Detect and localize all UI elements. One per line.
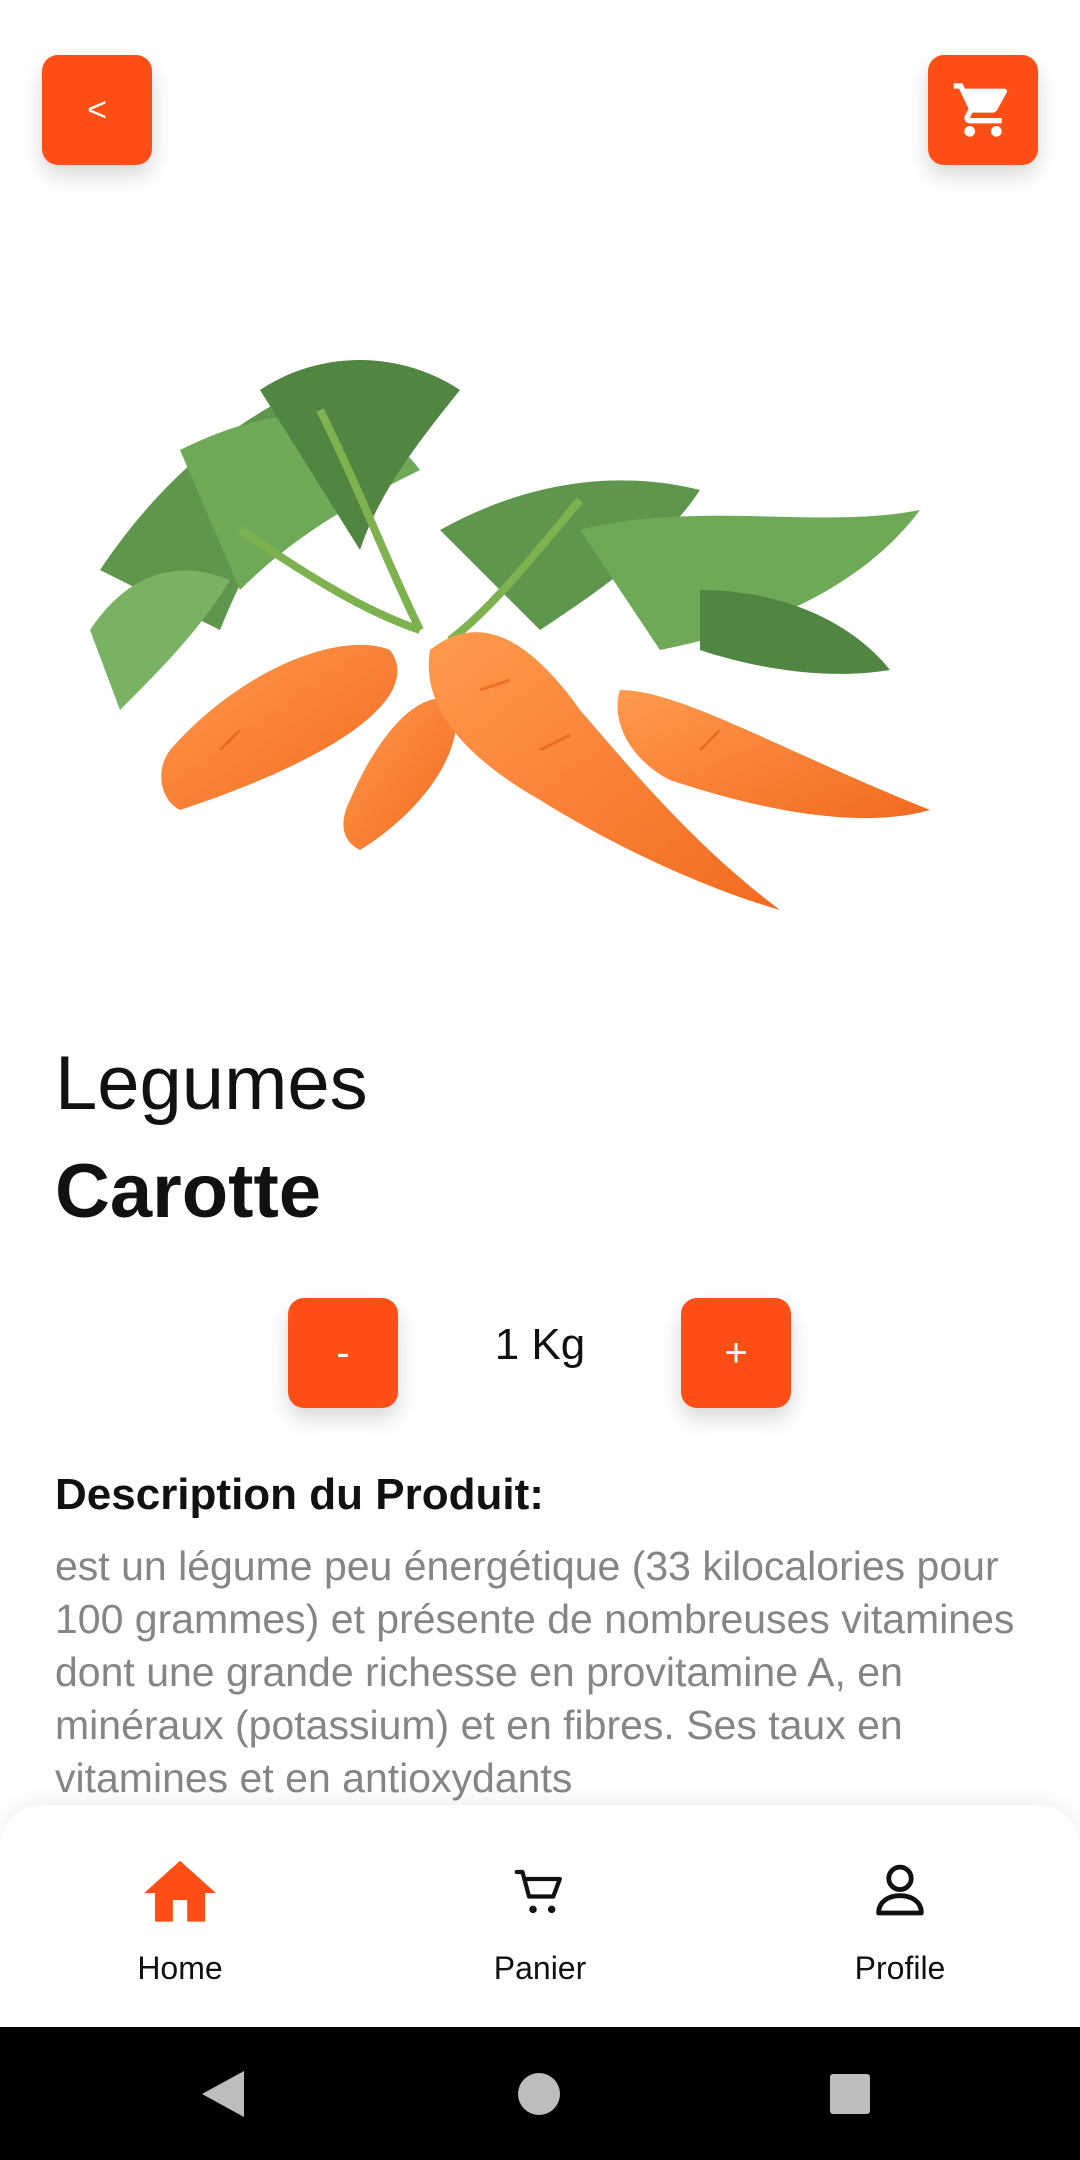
cart-icon — [514, 1869, 562, 1914]
nav-item-profile[interactable]: Profile — [720, 1805, 1080, 2027]
cart-button[interactable] — [928, 55, 1038, 165]
nav-item-home[interactable]: Home — [0, 1805, 360, 2027]
plus-label: + — [724, 1330, 748, 1375]
nav-label-home: Home — [137, 1950, 223, 1986]
home-circle-icon[interactable] — [517, 2072, 561, 2116]
nav-item-panier[interactable]: Panier — [360, 1805, 720, 2027]
user-icon — [876, 1864, 924, 1916]
system-navigation-bar — [0, 2027, 1080, 2160]
product-category: Legumes — [55, 1041, 368, 1126]
back-button-label: < — [87, 90, 107, 129]
product-name: Carotte — [55, 1149, 322, 1234]
nav-label-panier: Panier — [493, 1950, 587, 1986]
description-text: est un légume peu énergétique (33 kiloca… — [55, 1543, 1015, 1801]
description-title: Description du Produit: — [55, 1470, 544, 1519]
nav-label-profile: Profile — [854, 1950, 946, 1986]
recents-square-icon[interactable] — [828, 2072, 872, 2116]
back-triangle-icon[interactable] — [200, 2069, 246, 2119]
minus-label: - — [336, 1330, 350, 1375]
bottom-navigation: Home Panier Profile — [0, 1805, 1080, 2027]
back-button[interactable]: < — [42, 55, 152, 165]
quantity-value: 1 Kg — [494, 1320, 586, 1369]
cart-icon — [953, 83, 1008, 137]
home-icon — [144, 1860, 216, 1922]
decrease-quantity-button[interactable]: - — [288, 1298, 398, 1408]
carrot-image — [90, 360, 930, 910]
increase-quantity-button[interactable]: + — [681, 1298, 791, 1408]
